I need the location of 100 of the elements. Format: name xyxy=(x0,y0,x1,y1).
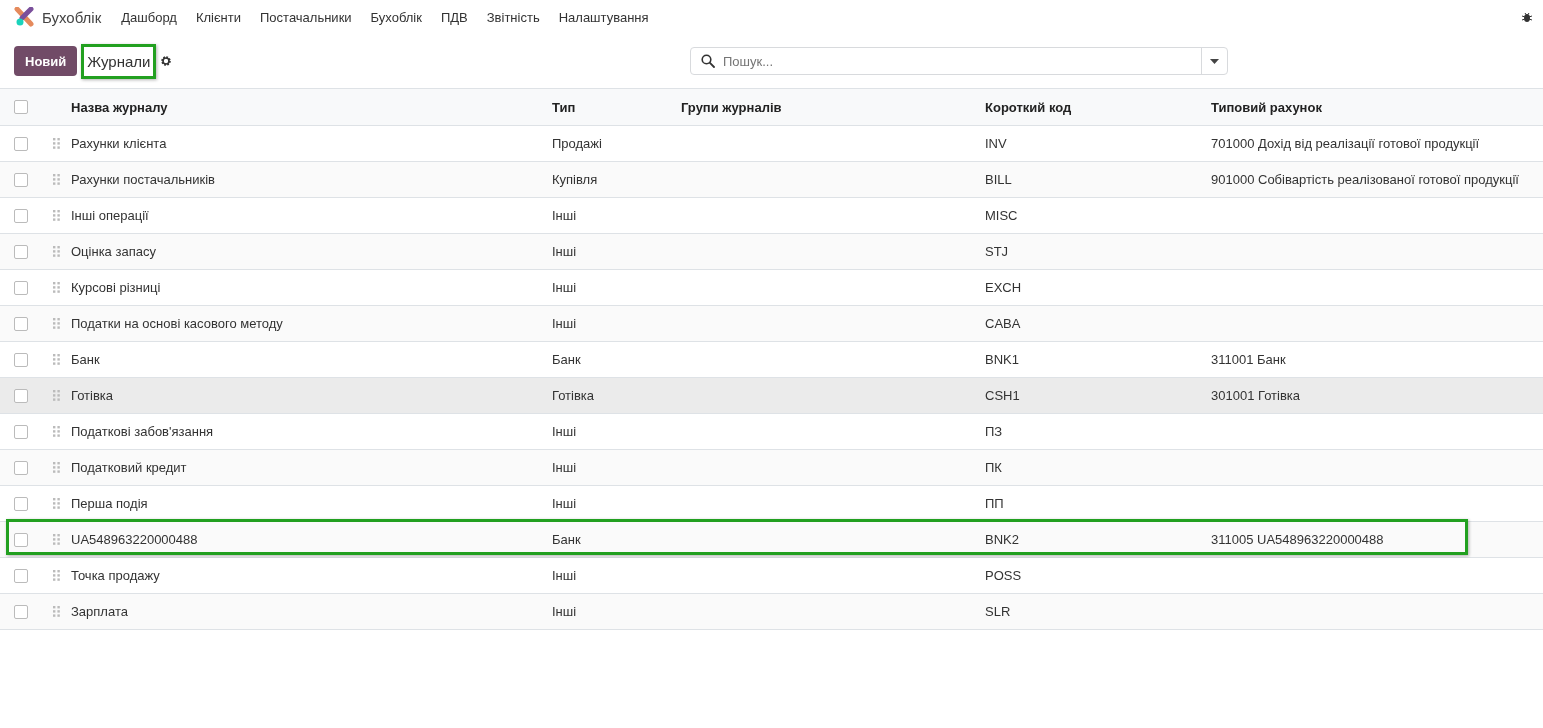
table-row[interactable]: Податки на основі касового методу Інші CABA xyxy=(0,306,1543,342)
table-cell: MISC xyxy=(985,208,1018,223)
table-cell: 311005 UA548963220000488 xyxy=(1211,532,1384,547)
table-cell: Зарплата xyxy=(71,604,128,619)
table-cell: Точка продажу xyxy=(71,568,160,583)
table-cell: ПП xyxy=(985,496,1004,511)
table-cell: CABA xyxy=(985,316,1021,331)
checkbox[interactable] xyxy=(14,100,28,114)
drag-handle-icon[interactable] xyxy=(53,354,60,365)
drag-handle-icon[interactable] xyxy=(53,174,60,185)
table-cell: STJ xyxy=(985,244,1009,259)
new-button[interactable]: Новий xyxy=(14,46,78,76)
checkbox[interactable] xyxy=(14,496,28,511)
table-cell: 311001 Банк xyxy=(1211,352,1286,367)
checkbox[interactable] xyxy=(14,424,28,439)
table-row[interactable]: Рахунки постачальників Купівля BILL 901000 Собівартість реалізованої готової продукції xyxy=(0,162,1543,198)
table-cell: Податкові забов'язання xyxy=(71,424,214,439)
table-row[interactable]: UA548963220000488 Банк BNK2 311005 UA548963220000488 xyxy=(0,522,1543,558)
table-row[interactable]: Готівка Готівка CSH1 301001 Готівка xyxy=(0,378,1543,414)
menu-item[interactable]: Дашборд xyxy=(121,9,177,25)
table-row[interactable]: Зарплата Інші SLR xyxy=(0,594,1543,630)
checkbox[interactable] xyxy=(14,172,28,187)
menu-item[interactable]: ПДВ xyxy=(440,9,468,25)
menu-item[interactable]: Постачальники xyxy=(260,9,352,25)
gear-icon[interactable] xyxy=(160,55,173,67)
column-header[interactable]: Назва журналу xyxy=(71,99,552,115)
checkbox[interactable] xyxy=(14,316,28,331)
drag-handle-icon[interactable] xyxy=(53,462,60,473)
table-cell: Інші xyxy=(552,316,577,331)
table-cell: Податки на основі касового методу xyxy=(71,316,283,331)
search-icon xyxy=(701,54,715,68)
column-header[interactable]: Короткий код xyxy=(985,99,1211,115)
table-cell: Оцінка запасу xyxy=(71,244,156,259)
checkbox[interactable] xyxy=(14,208,28,223)
app-logo-icon[interactable] xyxy=(14,7,34,27)
table-cell: Інші xyxy=(552,568,577,583)
caret-icon xyxy=(1210,58,1219,64)
table-cell: CSH1 xyxy=(985,388,1020,403)
table-row[interactable]: Оцінка запасу Інші STJ xyxy=(0,234,1543,270)
table-cell: Інші операції xyxy=(71,208,149,223)
column-header[interactable]: Групи журналів xyxy=(681,99,985,115)
table-cell: INV xyxy=(985,136,1007,151)
table-cell: BNK1 xyxy=(985,352,1019,367)
menu-item[interactable]: Бухоблік xyxy=(370,9,422,25)
checkbox[interactable] xyxy=(14,280,28,295)
table-cell: Банк xyxy=(552,532,581,547)
search-bar[interactable]: Пошук... xyxy=(690,47,1228,75)
table-cell: Інші xyxy=(552,460,577,475)
drag-handle-icon[interactable] xyxy=(53,498,60,509)
checkbox[interactable] xyxy=(14,460,28,475)
table-cell: ПЗ xyxy=(985,424,1003,439)
table-cell: 701000 Дохід від реалізації готової продукції xyxy=(1211,136,1480,151)
drag-handle-icon[interactable] xyxy=(53,606,60,617)
drag-handle-icon[interactable] xyxy=(53,426,60,437)
column-header[interactable]: Тип xyxy=(552,99,681,115)
drag-handle-icon[interactable] xyxy=(53,282,60,293)
drag-handle-icon[interactable] xyxy=(53,138,60,149)
drag-handle-icon[interactable] xyxy=(53,246,60,257)
bug-icon[interactable] xyxy=(1521,11,1533,23)
table-cell: Продажі xyxy=(552,136,602,151)
checkbox[interactable] xyxy=(14,388,28,403)
table-cell: Інші xyxy=(552,208,577,223)
drag-handle-icon[interactable] xyxy=(53,570,60,581)
column-header[interactable]: Типовий рахунок xyxy=(1211,99,1543,115)
drag-handle-icon[interactable] xyxy=(53,318,60,329)
drag-handle-icon[interactable] xyxy=(53,210,60,221)
menu-item[interactable]: Налаштування xyxy=(558,9,649,25)
table-row[interactable]: Податковий кредит Інші ПК xyxy=(0,450,1543,486)
breadcrumb: Журнали xyxy=(81,43,157,79)
checkbox[interactable] xyxy=(14,136,28,151)
app-name[interactable]: Бухоблік xyxy=(42,8,102,26)
table-cell: Інші xyxy=(552,496,577,511)
checkbox[interactable] xyxy=(14,604,28,619)
table-cell: Купівля xyxy=(552,172,598,187)
table-cell: BNK2 xyxy=(985,532,1019,547)
table-cell: Готівка xyxy=(552,388,595,403)
table-cell: UA548963220000488 xyxy=(71,532,198,547)
menu-item[interactable]: Клієнти xyxy=(195,9,241,25)
table-cell: Перша подія xyxy=(71,496,148,511)
menu-item[interactable]: Звітність xyxy=(486,9,540,25)
table-cell: BILL xyxy=(985,172,1012,187)
checkbox[interactable] xyxy=(14,532,28,547)
checkbox[interactable] xyxy=(14,244,28,259)
drag-handle-icon[interactable] xyxy=(53,390,60,401)
table-cell: Банк xyxy=(71,352,100,367)
table-cell: EXCH xyxy=(985,280,1022,295)
table-cell: ПК xyxy=(985,460,1002,475)
table-cell: 901000 Собівартість реалізованої готової продукції xyxy=(1211,172,1519,187)
table-cell: Курсові різниці xyxy=(71,280,161,295)
table-cell: Інші xyxy=(552,424,577,439)
checkbox[interactable] xyxy=(14,352,28,367)
drag-handle-icon[interactable] xyxy=(53,534,60,545)
table-cell: Інші xyxy=(552,244,577,259)
table-cell: Податковий кредит xyxy=(71,460,187,475)
checkbox[interactable] xyxy=(14,568,28,583)
table-cell: Рахунки постачальників xyxy=(71,172,215,187)
table-cell: Рахунки клієнта xyxy=(71,136,167,151)
table-cell: 301001 Готівка xyxy=(1211,388,1301,403)
table-cell: Банк xyxy=(552,352,581,367)
table-cell: Готівка xyxy=(71,388,114,403)
